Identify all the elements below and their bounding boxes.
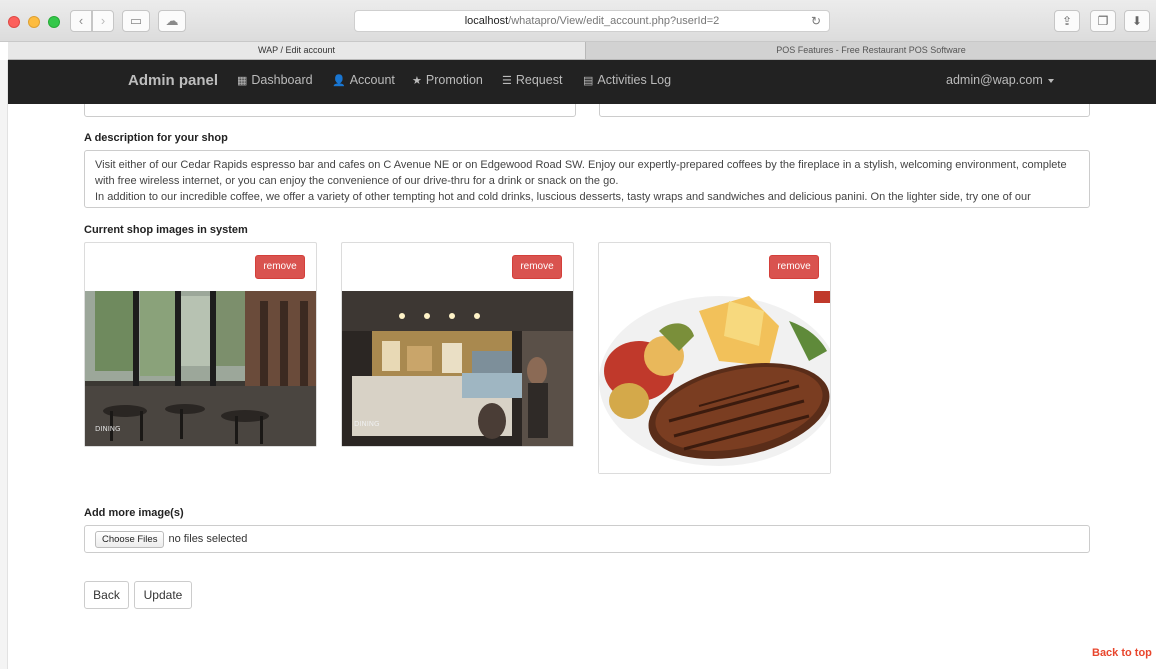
remove-image-button[interactable]: remove [769, 255, 819, 279]
tab-bar: WAP / Edit account POS Features - Free R… [8, 42, 1156, 60]
sidebar-toggle-icon[interactable]: ▭ [122, 10, 150, 32]
shop-image-card: remove DINING [341, 242, 574, 447]
tab-edit-account[interactable]: WAP / Edit account [8, 42, 586, 59]
star-icon: ★ [412, 75, 422, 87]
grid-icon: ▦ [237, 75, 248, 87]
description-textarea[interactable]: Visit either of our Cedar Rapids espress… [84, 150, 1090, 208]
nav-dashboard-label: Dashboard [251, 73, 313, 87]
list-icon: ☰ [502, 75, 512, 87]
url-host: localhost [464, 15, 509, 27]
nav-promotion[interactable]: ★ Promotion [412, 60, 483, 101]
current-images-label: Current shop images in system [84, 224, 248, 236]
nav-request[interactable]: ☰ Request [502, 60, 562, 101]
file-input[interactable]: Choose Files no files selected [84, 525, 1090, 553]
tab-pos-features[interactable]: POS Features - Free Restaurant POS Softw… [586, 42, 1156, 59]
user-email: admin@wap.com [946, 73, 1043, 87]
photo-watermark: DINING [354, 420, 379, 428]
chevron-down-icon [1047, 78, 1054, 83]
shop-image-card: remove [598, 242, 831, 474]
user-icon: 👤 [332, 75, 346, 87]
shop-photo-steak [599, 291, 830, 473]
nav-account-label: Account [349, 73, 395, 87]
cloud-tabs-icon[interactable]: ☁ [158, 10, 186, 32]
brand-title[interactable]: Admin panel [128, 60, 218, 102]
nav-dashboard[interactable]: ▦ Dashboard [237, 60, 313, 101]
nav-activities-log-label: Activities Log [597, 73, 672, 87]
address-bar[interactable]: localhost/whatapro/View/edit_account.php… [354, 10, 830, 32]
shop-photo-cafe-windows: DINING [85, 291, 316, 446]
minimize-window-button[interactable] [28, 16, 40, 28]
remove-image-button[interactable]: remove [512, 255, 562, 279]
url-path: /whatapro/View/edit_account.php?userId=2 [508, 15, 720, 27]
document-icon: ▤ [583, 75, 594, 87]
longitude-field[interactable]: 06.668157072 [599, 104, 1090, 117]
forward-nav-icon[interactable]: › [92, 10, 114, 32]
latitude-field[interactable]: 10.7841020811 [84, 104, 576, 117]
user-dropdown[interactable]: admin@wap.com [946, 60, 1054, 100]
tabs-overview-icon[interactable]: ❐ [1090, 10, 1116, 32]
share-icon[interactable]: ⇪ [1054, 10, 1080, 32]
nav-promotion-label: Promotion [425, 73, 483, 87]
choose-files-button[interactable]: Choose Files [95, 531, 165, 548]
shop-image-card: remove [84, 242, 317, 447]
browser-titlebar: ‹ › ▭ ☁ localhost/whatapro/View/edit_acc… [0, 0, 1156, 42]
nav-request-label: Request [515, 73, 563, 87]
description-label: A description for your shop [84, 132, 228, 144]
update-button[interactable]: Update [134, 581, 192, 609]
reload-icon[interactable]: ↻ [811, 11, 821, 31]
nav-account[interactable]: 👤 Account [332, 60, 395, 101]
downloads-icon[interactable]: ⬇ [1124, 10, 1150, 32]
remove-image-button[interactable]: remove [255, 255, 305, 279]
zoom-window-button[interactable] [48, 16, 60, 28]
window-left-edge [0, 60, 8, 669]
shop-photo-coffee-counter: DINING [342, 291, 573, 446]
admin-navbar: Admin panel ▦ Dashboard 👤 Account ★ Promoti… [8, 60, 1156, 104]
back-button[interactable]: Back [84, 581, 129, 609]
add-images-label: Add more image(s) [84, 507, 184, 519]
no-files-text: no files selected [168, 533, 248, 545]
edit-account-form: 10.7841020811 06.668157072 A description… [8, 104, 1156, 669]
nav-activities-log[interactable]: ▤ Activities Log [583, 60, 671, 101]
back-to-top-link[interactable]: Back to top [1092, 647, 1152, 659]
photo-watermark: DINING [95, 425, 120, 433]
back-nav-icon[interactable]: ‹ [70, 10, 92, 32]
close-window-button[interactable] [8, 16, 20, 28]
